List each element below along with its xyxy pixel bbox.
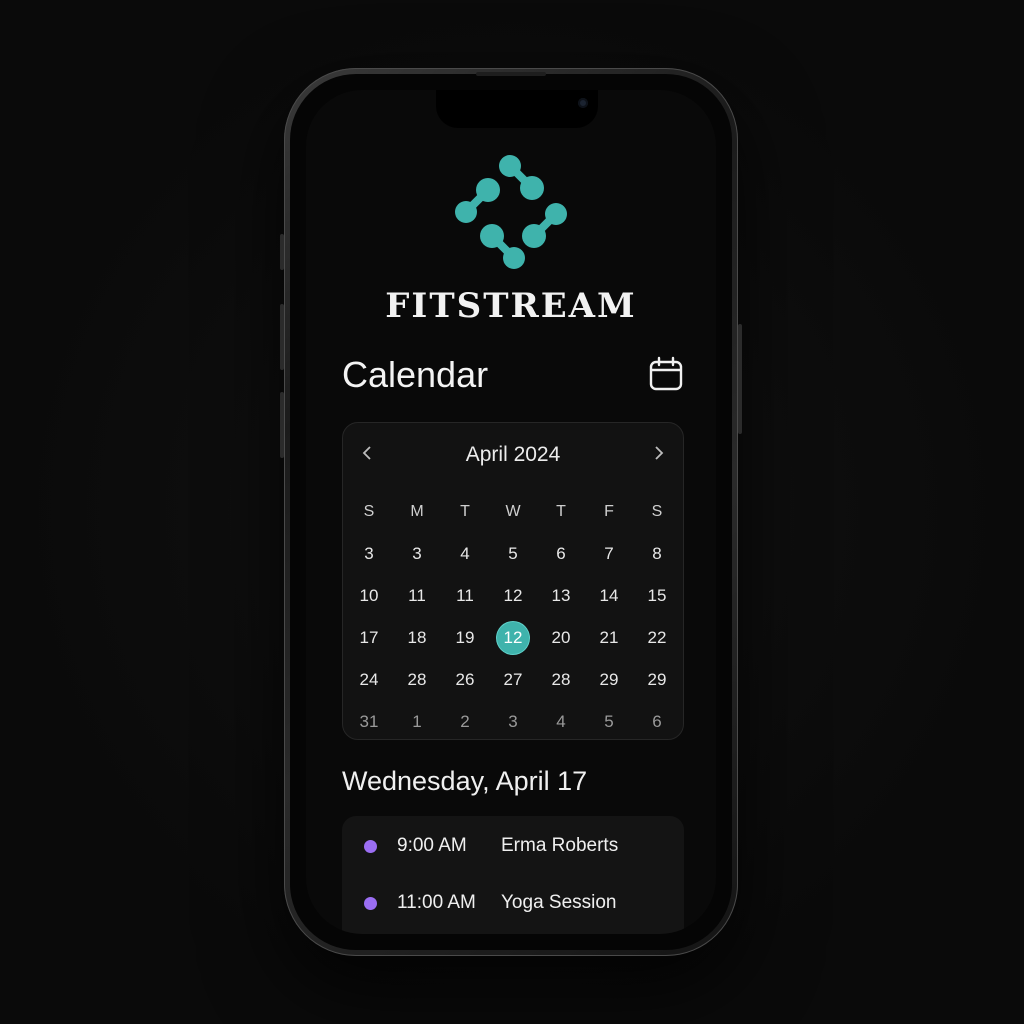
weekday-header: F: [604, 503, 614, 520]
weekday-header: S: [651, 503, 663, 520]
calendar-day[interactable]: 3: [393, 533, 441, 575]
calendar-day[interactable]: 26: [441, 659, 489, 701]
phone-bezel: FITSTREAM Calendar April 2024 S M T W T …: [290, 74, 732, 950]
calendar-day[interactable]: 21: [585, 617, 633, 659]
calendar-day[interactable]: 1: [393, 701, 441, 743]
stage: FITSTREAM Calendar April 2024 S M T W T …: [0, 0, 1024, 1024]
selected-day-heading: Wednesday, April 17: [342, 766, 588, 796]
event-time: 11:00 AM: [397, 892, 476, 913]
power-button: [738, 324, 742, 434]
weekday-header: W: [505, 503, 521, 520]
event-item[interactable]: 11:00 AM Yoga Session: [342, 883, 684, 923]
brand-name: FITSTREAM: [385, 286, 637, 326]
phone-frame: FITSTREAM Calendar April 2024 S M T W T …: [280, 68, 742, 956]
weekday-header: S: [363, 503, 375, 520]
event-title: Yoga Session: [501, 892, 617, 913]
calendar-day[interactable]: 5: [489, 533, 537, 575]
calendar-day[interactable]: 11: [393, 575, 441, 617]
calendar-day[interactable]: 8: [633, 533, 681, 575]
calendar-day[interactable]: 22: [633, 617, 681, 659]
event-title: Erma Roberts: [501, 835, 619, 856]
calendar-day[interactable]: 29: [633, 659, 681, 701]
chevron-right-icon: [655, 446, 664, 460]
volume-down-button: [280, 392, 284, 458]
dumbbell-diamond-logo-icon: [455, 155, 567, 269]
calendar-day[interactable]: 13: [537, 575, 585, 617]
next-month-button[interactable]: [647, 441, 671, 465]
weekday-header: T: [460, 503, 470, 520]
calendar-day[interactable]: 4: [537, 701, 585, 743]
calendar-day[interactable]: 18: [393, 617, 441, 659]
front-camera-icon: [578, 98, 588, 108]
selected-day-circle: 12: [497, 622, 529, 654]
calendar-day[interactable]: 2: [441, 701, 489, 743]
calendar-day-selected[interactable]: 12: [489, 617, 537, 659]
calendar-day[interactable]: 6: [633, 701, 681, 743]
weekday-header: T: [556, 503, 566, 520]
calendar-day[interactable]: 7: [585, 533, 633, 575]
speaker-grille: [476, 72, 546, 76]
calendar-day[interactable]: 27: [489, 659, 537, 701]
calendar-day[interactable]: 17: [345, 617, 393, 659]
calendar-card: April 2024 S M T W T F S 3 3 4 5 6 7 8 10 11 11 12 13 14 15 1…: [342, 422, 684, 740]
page-title: Calendar: [342, 354, 489, 395]
event-list: 9:00 AM Erma Roberts 11:00 AM Yoga Session: [342, 816, 684, 934]
event-dot-icon: [364, 896, 377, 910]
calendar-day[interactable]: 5: [585, 701, 633, 743]
weekday-header: M: [410, 503, 424, 520]
event-time: 9:00 AM: [397, 835, 467, 856]
calendar-grid: S M T W T F S 3 3 4 5 6 7 8 10 11 11 12 13 14 15 17 18 19 12 20 21…: [345, 491, 681, 743]
calendar-day[interactable]: 29: [585, 659, 633, 701]
calendar-icon[interactable]: [648, 356, 684, 392]
app-screen: FITSTREAM Calendar April 2024 S M T W T …: [306, 90, 716, 934]
calendar-day[interactable]: 14: [585, 575, 633, 617]
calendar-day[interactable]: 12: [489, 575, 537, 617]
calendar-day[interactable]: 19: [441, 617, 489, 659]
mute-switch: [280, 234, 284, 270]
notch: [436, 90, 598, 128]
calendar-day[interactable]: 4: [441, 533, 489, 575]
volume-up-button: [280, 304, 284, 370]
calendar-day[interactable]: 3: [489, 701, 537, 743]
month-label: April 2024: [465, 443, 561, 466]
event-dot-icon: [364, 839, 377, 853]
calendar-day[interactable]: 24: [345, 659, 393, 701]
calendar-day[interactable]: 28: [393, 659, 441, 701]
calendar-day[interactable]: 20: [537, 617, 585, 659]
event-item[interactable]: 9:00 AM Erma Roberts: [342, 826, 684, 866]
calendar-day[interactable]: 15: [633, 575, 681, 617]
calendar-day[interactable]: 10: [345, 575, 393, 617]
calendar-day[interactable]: 6: [537, 533, 585, 575]
calendar-day[interactable]: 31: [345, 701, 393, 743]
calendar-day[interactable]: 28: [537, 659, 585, 701]
calendar-day[interactable]: 3: [345, 533, 393, 575]
calendar-day[interactable]: 11: [441, 575, 489, 617]
